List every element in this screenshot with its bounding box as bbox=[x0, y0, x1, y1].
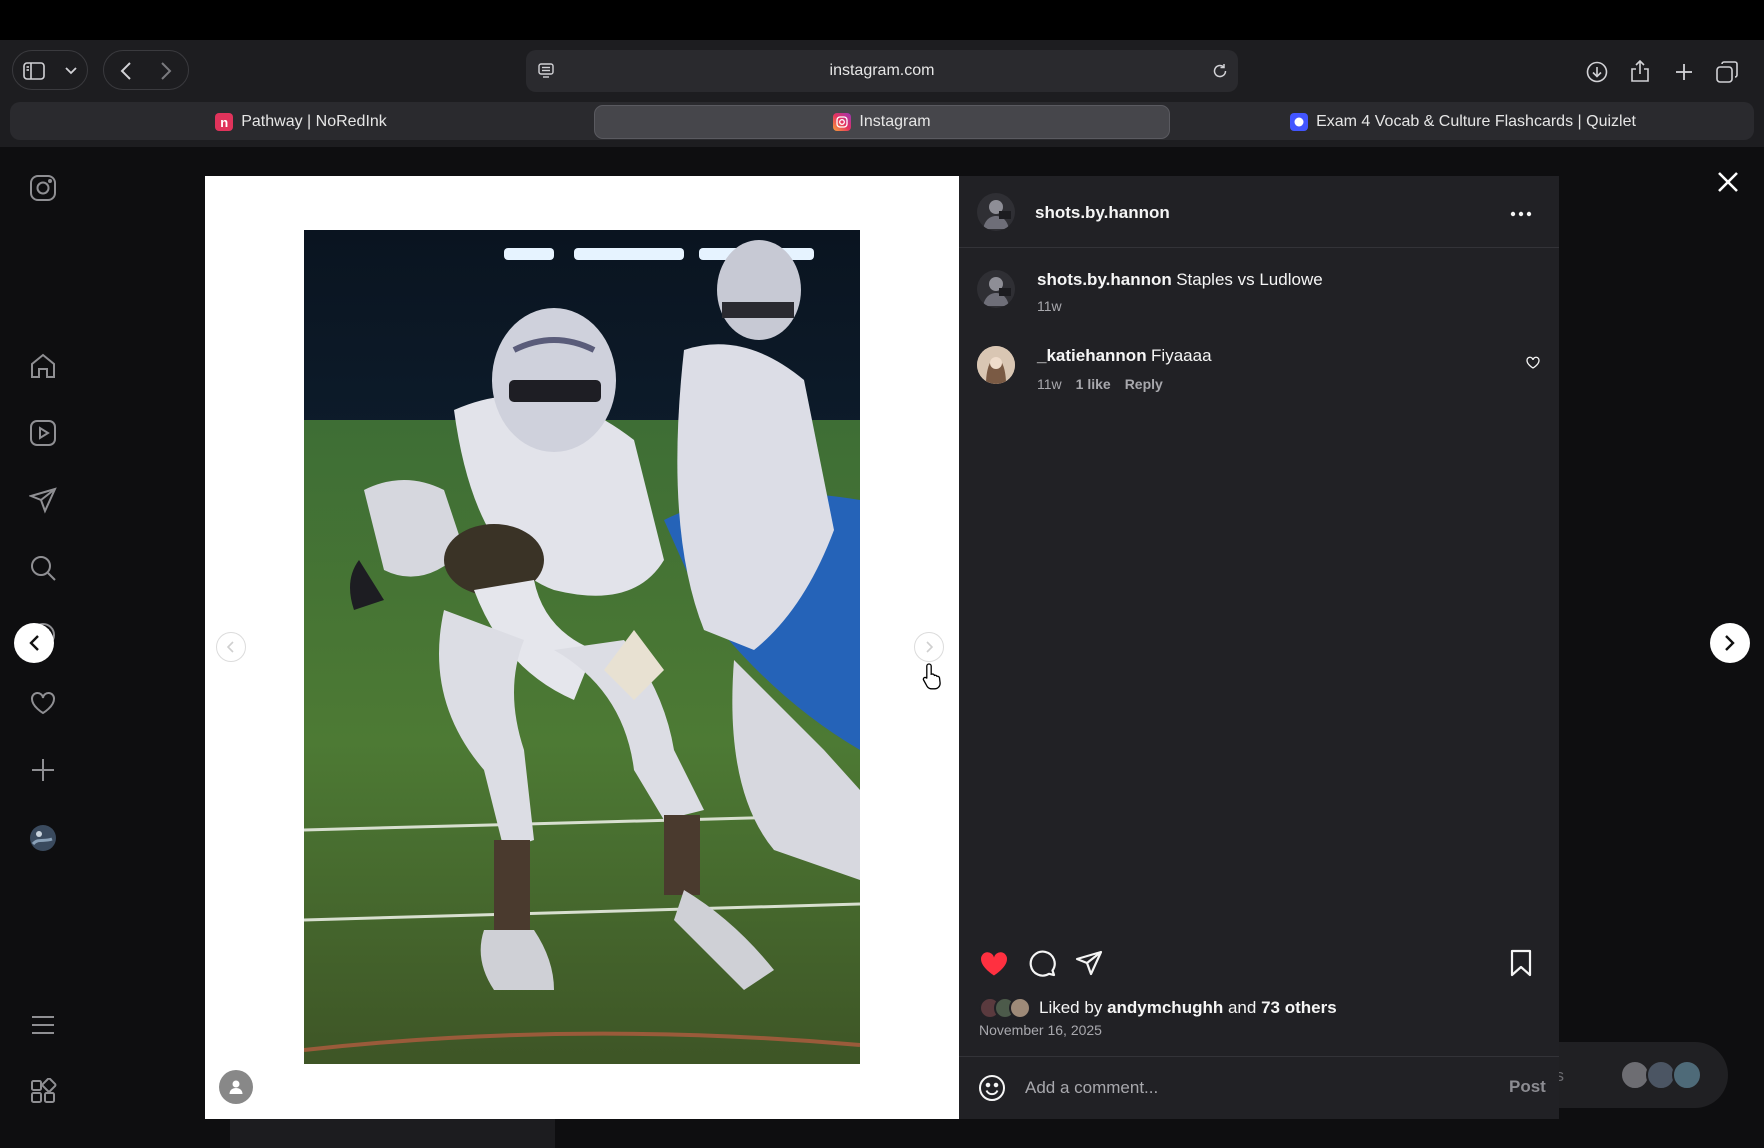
share-post-icon[interactable] bbox=[1072, 946, 1106, 980]
emoji-icon[interactable] bbox=[977, 1073, 1007, 1103]
new-tab-icon[interactable] bbox=[1671, 59, 1697, 85]
caption-author-avatar[interactable] bbox=[977, 270, 1015, 308]
quizlet-icon bbox=[1290, 113, 1309, 131]
commenter-avatar[interactable] bbox=[977, 346, 1015, 384]
tagged-users-button[interactable] bbox=[219, 1070, 253, 1104]
comment-likes[interactable]: 1 like bbox=[1076, 376, 1111, 392]
post-photo[interactable] bbox=[304, 230, 860, 1064]
liker-avatar bbox=[1009, 997, 1031, 1019]
comment-username[interactable]: _katiehannon bbox=[1037, 346, 1147, 365]
create-icon[interactable] bbox=[22, 749, 64, 791]
notifications-icon[interactable] bbox=[22, 682, 64, 724]
comment-like-heart-icon[interactable] bbox=[1525, 354, 1541, 370]
back-icon[interactable] bbox=[114, 59, 138, 83]
next-post-button[interactable] bbox=[1710, 623, 1750, 663]
more-menu-icon[interactable] bbox=[22, 1004, 64, 1046]
tab-label: Exam 4 Vocab & Culture Flashcards | Quiz… bbox=[1316, 113, 1636, 130]
post-date: November 16, 2025 bbox=[979, 1022, 1102, 1038]
reels-icon[interactable] bbox=[22, 412, 64, 454]
sidebar-toggle-group bbox=[12, 50, 88, 90]
liked-by-user[interactable]: andymchughh bbox=[1107, 998, 1223, 1018]
address-bar[interactable]: instagram.com bbox=[526, 50, 1238, 92]
comment-meta: 11w 1 like Reply bbox=[1037, 376, 1163, 392]
caption-line: shots.by.hannon Staples vs Ludlowe bbox=[1037, 270, 1323, 290]
tab-label: Pathway | NoRedInk bbox=[241, 113, 387, 130]
home-icon[interactable] bbox=[22, 345, 64, 387]
downloads-icon[interactable] bbox=[1584, 59, 1610, 85]
tab-quizlet[interactable]: Exam 4 Vocab & Culture Flashcards | Quiz… bbox=[1172, 105, 1754, 139]
tab-instagram[interactable]: Instagram bbox=[594, 105, 1170, 139]
carousel-prev-button[interactable] bbox=[216, 632, 246, 662]
author-avatar[interactable] bbox=[977, 193, 1015, 231]
address-text: instagram.com bbox=[829, 62, 935, 79]
sidebar-icon[interactable] bbox=[23, 60, 45, 82]
tab-overview-icon[interactable] bbox=[1714, 59, 1740, 85]
screen-top-strip bbox=[0, 0, 1764, 40]
post-comment-button[interactable]: Post bbox=[1509, 1077, 1546, 1097]
post-media bbox=[205, 176, 959, 1119]
noredink-icon: n bbox=[215, 113, 234, 131]
save-bookmark-icon[interactable] bbox=[1504, 946, 1538, 980]
messages-icon[interactable] bbox=[22, 479, 64, 521]
liked-by-prefix: Liked by bbox=[1039, 998, 1103, 1017]
carousel-next-button[interactable] bbox=[914, 632, 944, 662]
forward-icon[interactable] bbox=[154, 59, 178, 83]
browser-toolbar: instagram.com n Pathway | NoRedInk Insta… bbox=[0, 40, 1764, 147]
instagram-logo-icon[interactable] bbox=[22, 167, 64, 209]
more-options-icon[interactable] bbox=[1507, 200, 1535, 228]
instagram-icon bbox=[833, 113, 852, 131]
avatar bbox=[1672, 1060, 1702, 1090]
liked-by-others[interactable]: 73 others bbox=[1261, 998, 1337, 1018]
post-details-panel: shots.by.hannon shots.by.hannon Staples … bbox=[959, 176, 1559, 1119]
profile-avatar-icon[interactable] bbox=[22, 817, 64, 859]
post-actions bbox=[959, 936, 1559, 986]
comment-reply-button[interactable]: Reply bbox=[1125, 376, 1163, 392]
share-icon[interactable] bbox=[1627, 58, 1653, 84]
comment-text: Fiyaaaa bbox=[1151, 346, 1212, 365]
caption-username[interactable]: shots.by.hannon bbox=[1037, 270, 1172, 289]
close-modal-button[interactable] bbox=[1710, 164, 1746, 200]
post-modal: shots.by.hannon shots.by.hannon Staples … bbox=[205, 176, 1559, 1119]
also-from-meta-icon[interactable] bbox=[22, 1071, 64, 1113]
caption-age: 11w bbox=[1037, 298, 1062, 314]
liked-by-and: and bbox=[1227, 998, 1257, 1017]
previous-post-button[interactable] bbox=[14, 623, 54, 663]
caption-text: Staples vs Ludlowe bbox=[1176, 270, 1323, 289]
comment-input[interactable] bbox=[1025, 1075, 1465, 1101]
comment-age: 11w bbox=[1037, 376, 1062, 392]
tab-noredink[interactable]: n Pathway | NoRedInk bbox=[10, 105, 592, 139]
tab-label: Instagram bbox=[859, 113, 931, 130]
likes-summary: Liked by andymchughh and 73 others bbox=[979, 994, 1337, 1022]
chevron-down-icon[interactable] bbox=[63, 63, 79, 79]
comment-icon[interactable] bbox=[1025, 946, 1059, 980]
author-username[interactable]: shots.by.hannon bbox=[1035, 203, 1170, 223]
post-header: shots.by.hannon bbox=[959, 176, 1559, 248]
tab-bar: n Pathway | NoRedInk Instagram Exam 4 Vo… bbox=[10, 102, 1754, 140]
mouse-pointer-icon bbox=[922, 662, 944, 690]
comment-composer: Post bbox=[959, 1056, 1559, 1119]
reload-icon[interactable] bbox=[1210, 61, 1230, 81]
search-icon[interactable] bbox=[22, 547, 64, 589]
like-heart-icon[interactable] bbox=[977, 946, 1011, 980]
comment-line: _katiehannon Fiyaaaa bbox=[1037, 346, 1212, 366]
history-nav-group bbox=[103, 50, 189, 90]
user-icon bbox=[229, 1080, 243, 1094]
